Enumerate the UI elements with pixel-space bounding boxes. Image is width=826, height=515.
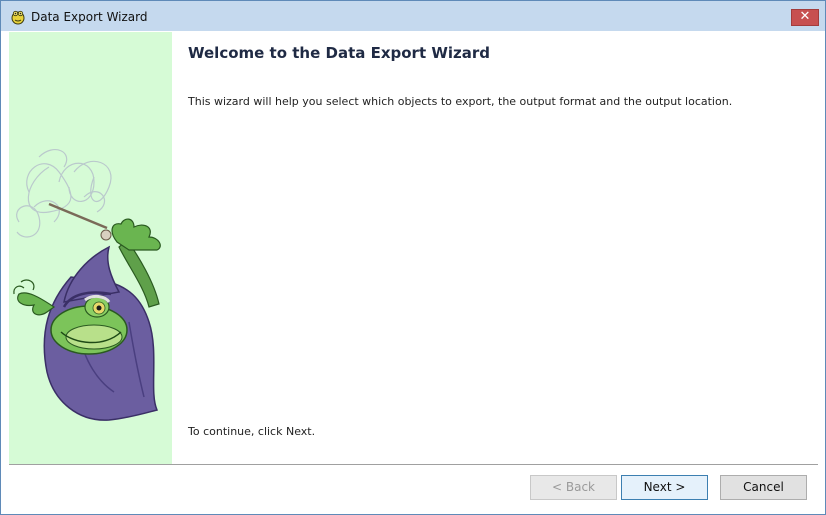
wizard-window: Data Export Wizard ✕ Welcome to the Data… [0,0,826,515]
wizard-content: Welcome to the Data Export Wizard This w… [172,32,818,464]
window-title: Data Export Wizard [31,10,148,24]
back-button[interactable]: < Back [530,475,617,500]
footer-divider [9,464,818,465]
continue-hint: To continue, click Next. [188,425,316,438]
page-title: Welcome to the Data Export Wizard [188,44,491,62]
wizard-side-panel [9,32,172,464]
close-button[interactable]: ✕ [791,9,819,26]
wizard-frog-illustration [13,149,161,421]
frog-app-icon [11,10,25,25]
title-bar[interactable]: Data Export Wizard ✕ [1,1,825,31]
cancel-button[interactable]: Cancel [720,475,807,500]
next-button[interactable]: Next > [621,475,708,500]
intro-text: This wizard will help you select which o… [188,95,733,108]
